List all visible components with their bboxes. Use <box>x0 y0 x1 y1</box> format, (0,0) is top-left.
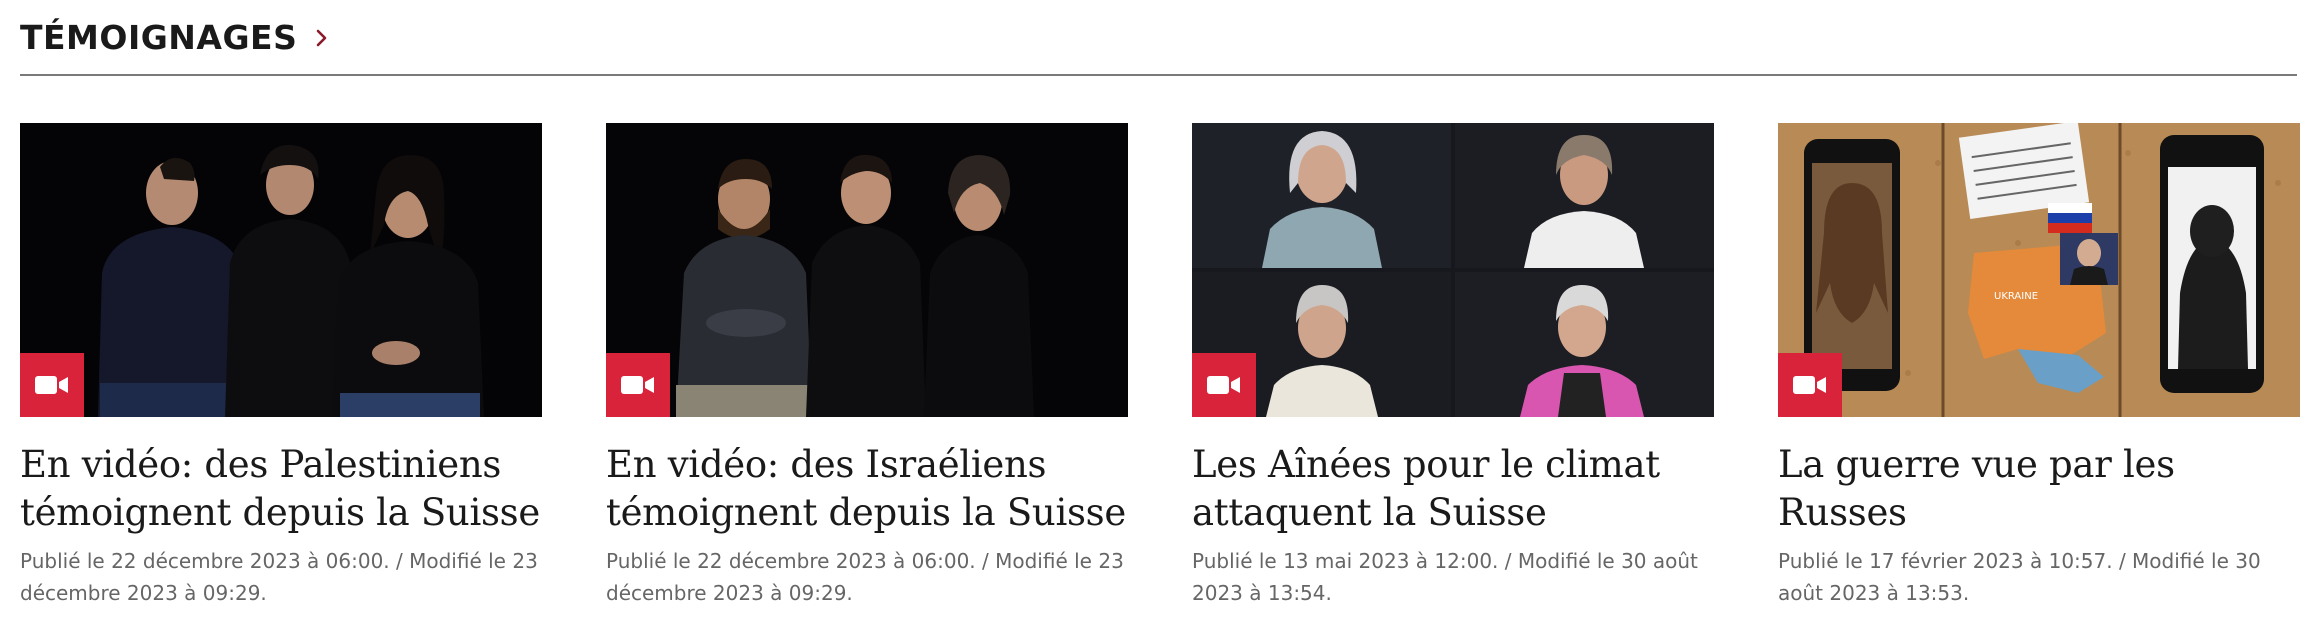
video-badge <box>1778 353 1842 417</box>
thumbnail-image: UKRAINE <box>1778 123 2300 417</box>
article-title[interactable]: En vidéo: des Israéliens témoignent depu… <box>606 441 1128 537</box>
article-thumbnail[interactable] <box>606 123 1128 417</box>
video-badge <box>1192 353 1256 417</box>
article-dates: Publié le 22 décembre 2023 à 06:00. / Mo… <box>606 549 1124 605</box>
thumbnail-image <box>1192 123 1714 417</box>
chevron-right-icon <box>317 29 327 46</box>
article-dates: Publié le 13 mai 2023 à 12:00. / Modifié… <box>1192 549 1698 605</box>
article-card[interactable]: En vidéo: des Palestiniens témoignent de… <box>20 123 542 609</box>
article-card[interactable]: Les Aînées pour le climat attaquent la S… <box>1192 123 1714 609</box>
article-dates: Publié le 22 décembre 2023 à 06:00. / Mo… <box>20 549 538 605</box>
section-header-link[interactable]: TÉMOIGNAGES <box>20 18 333 57</box>
article-thumbnail[interactable] <box>20 123 542 417</box>
article-card[interactable]: En vidéo: des Israéliens témoignent depu… <box>606 123 1128 609</box>
video-badge <box>20 353 84 417</box>
article-title[interactable]: La guerre vue par les Russes <box>1778 441 2300 537</box>
section-divider <box>20 74 2297 76</box>
video-camera-icon <box>1207 376 1240 394</box>
video-camera-icon <box>35 376 68 394</box>
map-label: UKRAINE <box>1994 291 2038 302</box>
article-card[interactable]: UKRAINE La guerre vue par les Russes Pub… <box>1778 123 2300 609</box>
video-badge <box>606 353 670 417</box>
article-dates: Publié le 17 février 2023 à 10:57. / Mod… <box>1778 549 2261 605</box>
article-thumbnail[interactable] <box>1192 123 1714 417</box>
video-camera-icon <box>1793 376 1826 394</box>
section-title: TÉMOIGNAGES <box>20 18 298 57</box>
thumbnail-image <box>606 123 1128 417</box>
article-title[interactable]: Les Aînées pour le climat attaquent la S… <box>1192 441 1714 537</box>
article-title[interactable]: En vidéo: des Palestiniens témoignent de… <box>20 441 542 537</box>
article-thumbnail[interactable]: UKRAINE <box>1778 123 2300 417</box>
video-camera-icon <box>621 376 654 394</box>
thumbnail-image <box>20 123 542 417</box>
